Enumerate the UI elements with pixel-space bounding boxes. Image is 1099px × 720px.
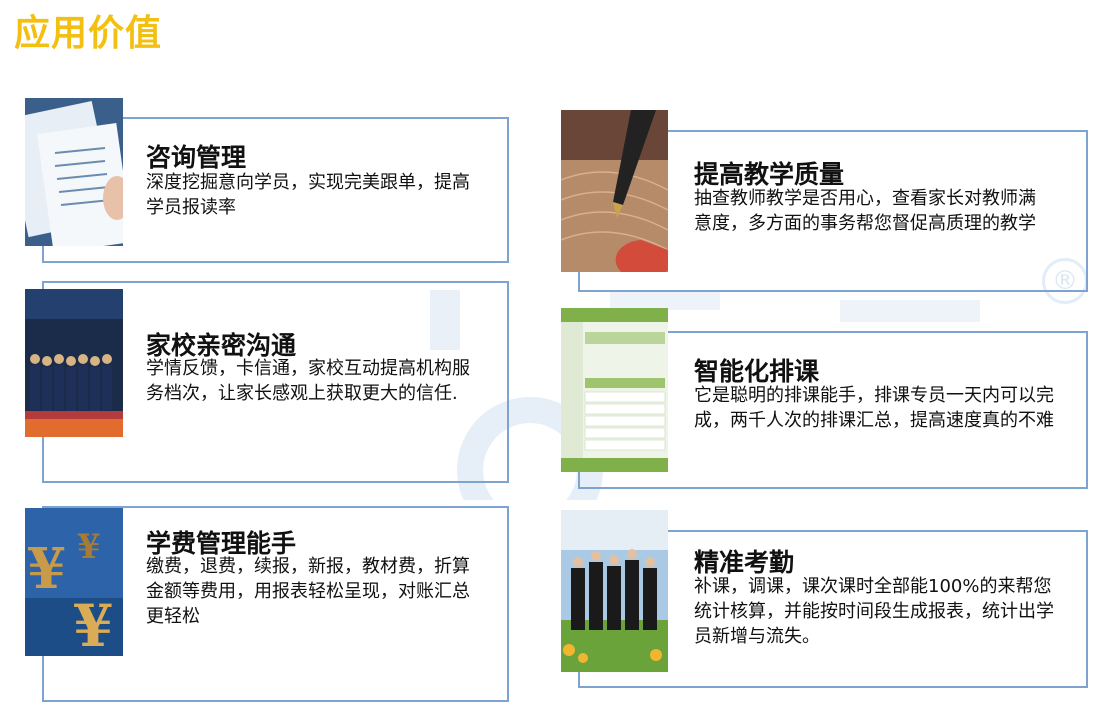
card-title: 咨询管理 xyxy=(146,143,247,172)
card-description: 补课，调课，课次课时全部能100%的来帮您统计核算，并能按时间段生成报表，统计出… xyxy=(694,576,1054,647)
graduation-ceremony-photo xyxy=(25,289,123,437)
card-description: 缴费，退费，续报，新报，教材费，折算金额等费用，用报表轻松呈现，对账汇总更轻松 xyxy=(146,556,470,627)
page-title: 应用价值 xyxy=(14,13,163,54)
card-description: 它是聪明的排课能手，排课专员一天内可以完成，两千人次的排课汇总，提高速度真的不难 xyxy=(694,385,1054,431)
card-description: 学情反馈，卡信通，家校互动提高机构服务档次，让家长感观上获取更大的信任. xyxy=(146,358,470,404)
svg-text:¥: ¥ xyxy=(27,536,66,602)
svg-text:¥: ¥ xyxy=(77,527,101,567)
card-description: 深度挖掘意向学员，实现完美跟单，提高学员报读率 xyxy=(146,172,470,218)
graduates-photo xyxy=(561,510,668,672)
documents-photo xyxy=(25,98,123,246)
software-screenshot-photo xyxy=(561,308,668,472)
card-description: 抽查教师教学是否用心，查看家长对教师满意度，多方面的事务帮您督促高质理的教学 xyxy=(694,188,1036,234)
svg-text:¥: ¥ xyxy=(73,592,113,656)
fountain-pen-photo xyxy=(561,110,668,272)
currency-symbols-photo: ¥ ¥ ¥ xyxy=(25,508,123,656)
